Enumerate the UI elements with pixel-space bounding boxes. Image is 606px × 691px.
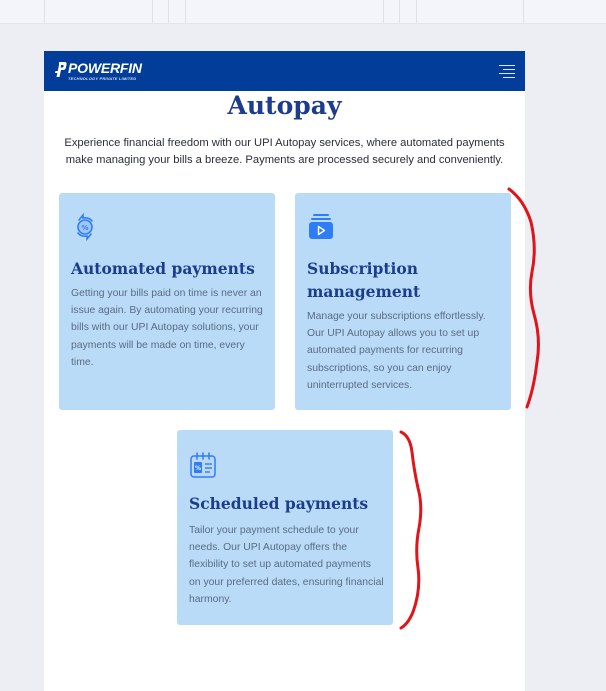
subscription-play-icon	[309, 214, 333, 239]
svg-text:%: %	[195, 465, 201, 472]
feature-card-scheduled-payments: % Scheduled payments Tailor your payment…	[177, 430, 393, 625]
card-description: Manage your subscriptions effortlessly. …	[307, 311, 486, 391]
card-title: Automated payments	[71, 259, 255, 278]
card-title: Scheduled payments	[189, 494, 369, 513]
brand-logo[interactable]: POWERFIN TECHNOLOGY PRIVATE LIMITED	[55, 60, 165, 84]
navbar: POWERFIN TECHNOLOGY PRIVATE LIMITED	[44, 51, 525, 91]
ruler-tick	[383, 0, 384, 23]
calendar-schedule-icon: %	[190, 452, 216, 478]
ruler-tick	[399, 0, 400, 23]
page-frame: POWERFIN TECHNOLOGY PRIVATE LIMITED Auto…	[44, 51, 525, 691]
page-intro: Experience financial freedom with our UP…	[64, 137, 505, 166]
hamburger-menu-icon[interactable]	[499, 64, 515, 78]
page-title: Autopay	[227, 91, 342, 120]
card-description: Getting your bills paid on time is never…	[71, 288, 263, 368]
brand-tagline: TECHNOLOGY PRIVATE LIMITED	[68, 76, 137, 81]
card-title: Subscription management	[307, 259, 421, 301]
svg-text:%: %	[81, 224, 88, 232]
feature-card-subscription-management: Subscription management Manage your subs…	[295, 193, 511, 410]
brand-logo-mark-icon	[55, 62, 67, 77]
brand-name: POWERFIN	[68, 60, 142, 76]
ruler-tick	[168, 0, 169, 23]
ruler-tick	[44, 0, 45, 23]
ruler-tick	[152, 0, 153, 23]
currency-exchange-icon: %	[77, 212, 93, 241]
ruler-tick	[185, 0, 186, 23]
card-description: Tailor your payment schedule to your nee…	[189, 525, 384, 605]
feature-card-automated-payments: % Automated payments Getting your bills …	[59, 193, 275, 410]
top-ruler	[0, 0, 606, 24]
ruler-tick	[523, 0, 524, 23]
ruler-tick	[416, 0, 417, 23]
